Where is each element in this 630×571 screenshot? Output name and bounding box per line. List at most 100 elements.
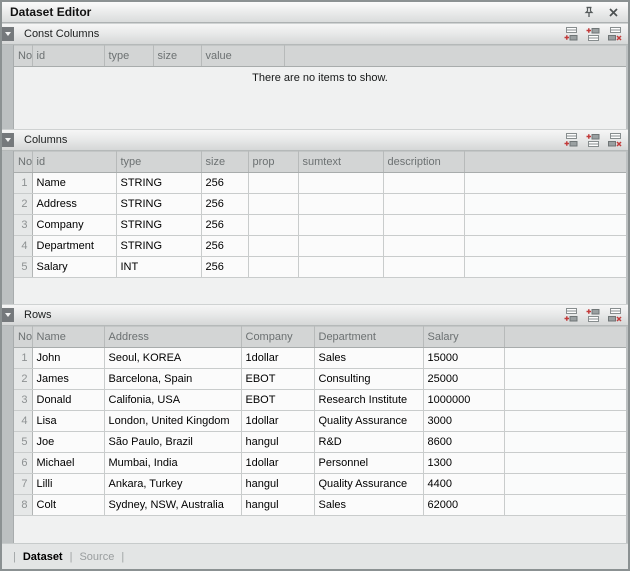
delete-row-icon[interactable] [607, 27, 622, 41]
row-number[interactable]: 4 [14, 411, 32, 432]
cell[interactable] [383, 257, 464, 278]
cell[interactable]: Joe [32, 432, 104, 453]
cell[interactable]: 8600 [423, 432, 504, 453]
cell[interactable]: STRING [116, 194, 201, 215]
chevron-down-icon[interactable] [2, 133, 14, 147]
row-number[interactable]: 8 [14, 495, 32, 516]
cell[interactable]: Sales [314, 495, 423, 516]
cell[interactable]: EBOT [241, 369, 314, 390]
cell[interactable]: 256 [201, 194, 248, 215]
cell[interactable]: Research Institute [314, 390, 423, 411]
cell[interactable]: hangul [241, 432, 314, 453]
row-number[interactable]: 3 [14, 215, 32, 236]
cell[interactable]: 25000 [423, 369, 504, 390]
cell[interactable]: STRING [116, 215, 201, 236]
add-row-icon[interactable] [563, 27, 578, 41]
cell[interactable]: Lilli [32, 474, 104, 495]
cell[interactable]: Seoul, KOREA [104, 348, 241, 369]
cell[interactable] [383, 215, 464, 236]
cell[interactable]: 1dollar [241, 348, 314, 369]
chevron-down-icon[interactable] [2, 27, 14, 41]
add-row-icon[interactable] [563, 308, 578, 322]
cell[interactable]: Colt [32, 495, 104, 516]
cell[interactable]: 62000 [423, 495, 504, 516]
add-row-icon[interactable] [563, 133, 578, 147]
row-number[interactable]: 2 [14, 369, 32, 390]
cell[interactable]: John [32, 348, 104, 369]
cell[interactable] [383, 236, 464, 257]
cell[interactable] [248, 257, 298, 278]
cell[interactable]: Salary [32, 257, 116, 278]
cell[interactable] [298, 215, 383, 236]
cell[interactable]: 3000 [423, 411, 504, 432]
cell[interactable]: hangul [241, 495, 314, 516]
row-number[interactable]: 1 [14, 173, 32, 194]
pin-icon[interactable] [582, 5, 596, 19]
cell[interactable]: STRING [116, 236, 201, 257]
row-number[interactable]: 6 [14, 453, 32, 474]
cell[interactable]: 1dollar [241, 411, 314, 432]
cell[interactable]: Califonia, USA [104, 390, 241, 411]
chevron-down-icon[interactable] [2, 308, 14, 322]
cell[interactable]: Ankara, Turkey [104, 474, 241, 495]
cell[interactable]: hangul [241, 474, 314, 495]
cell[interactable] [298, 194, 383, 215]
delete-row-icon[interactable] [607, 133, 622, 147]
cell[interactable]: Sydney, NSW, Australia [104, 495, 241, 516]
cell[interactable]: Sales [314, 348, 423, 369]
cell[interactable]: 256 [201, 173, 248, 194]
cell[interactable]: 256 [201, 215, 248, 236]
cell[interactable]: Mumbai, India [104, 453, 241, 474]
cell[interactable] [248, 215, 298, 236]
cell[interactable]: Quality Assurance [314, 411, 423, 432]
cell[interactable]: Lisa [32, 411, 104, 432]
cell[interactable] [383, 173, 464, 194]
cell[interactable]: São Paulo, Brazil [104, 432, 241, 453]
insert-row-icon[interactable] [585, 133, 600, 147]
row-number[interactable]: 1 [14, 348, 32, 369]
cell[interactable] [248, 173, 298, 194]
cell[interactable] [298, 236, 383, 257]
cell[interactable]: INT [116, 257, 201, 278]
cell[interactable]: 256 [201, 257, 248, 278]
row-number[interactable]: 3 [14, 390, 32, 411]
tab-dataset[interactable]: Dataset [23, 551, 63, 563]
cell[interactable] [248, 194, 298, 215]
cell[interactable]: R&D [314, 432, 423, 453]
cell[interactable]: Name [32, 173, 116, 194]
cell[interactable]: James [32, 369, 104, 390]
delete-row-icon[interactable] [607, 308, 622, 322]
cell[interactable]: 4400 [423, 474, 504, 495]
insert-row-icon[interactable] [585, 27, 600, 41]
cell[interactable]: Address [32, 194, 116, 215]
cell[interactable]: Personnel [314, 453, 423, 474]
cell[interactable]: Quality Assurance [314, 474, 423, 495]
row-number[interactable]: 5 [14, 432, 32, 453]
cell[interactable] [298, 173, 383, 194]
cell[interactable]: Consulting [314, 369, 423, 390]
insert-row-icon[interactable] [585, 308, 600, 322]
cell[interactable]: 1dollar [241, 453, 314, 474]
cell[interactable]: 15000 [423, 348, 504, 369]
section-header-columns[interactable]: Columns [2, 129, 628, 151]
section-header-rows[interactable]: Rows [2, 304, 628, 326]
row-number[interactable]: 2 [14, 194, 32, 215]
cell[interactable]: EBOT [241, 390, 314, 411]
cell[interactable]: Company [32, 215, 116, 236]
row-number[interactable]: 4 [14, 236, 32, 257]
row-number[interactable]: 5 [14, 257, 32, 278]
cell[interactable]: Michael [32, 453, 104, 474]
tab-source[interactable]: Source [79, 551, 114, 563]
cell[interactable]: London, United Kingdom [104, 411, 241, 432]
cell[interactable] [383, 194, 464, 215]
section-header-const-columns[interactable]: Const Columns [2, 23, 628, 45]
row-number[interactable]: 7 [14, 474, 32, 495]
cell[interactable] [298, 257, 383, 278]
cell[interactable]: STRING [116, 173, 201, 194]
cell[interactable]: 1300 [423, 453, 504, 474]
close-icon[interactable] [606, 5, 620, 19]
cell[interactable] [248, 236, 298, 257]
cell[interactable]: Department [32, 236, 116, 257]
cell[interactable]: 1000000 [423, 390, 504, 411]
cell[interactable]: Donald [32, 390, 104, 411]
